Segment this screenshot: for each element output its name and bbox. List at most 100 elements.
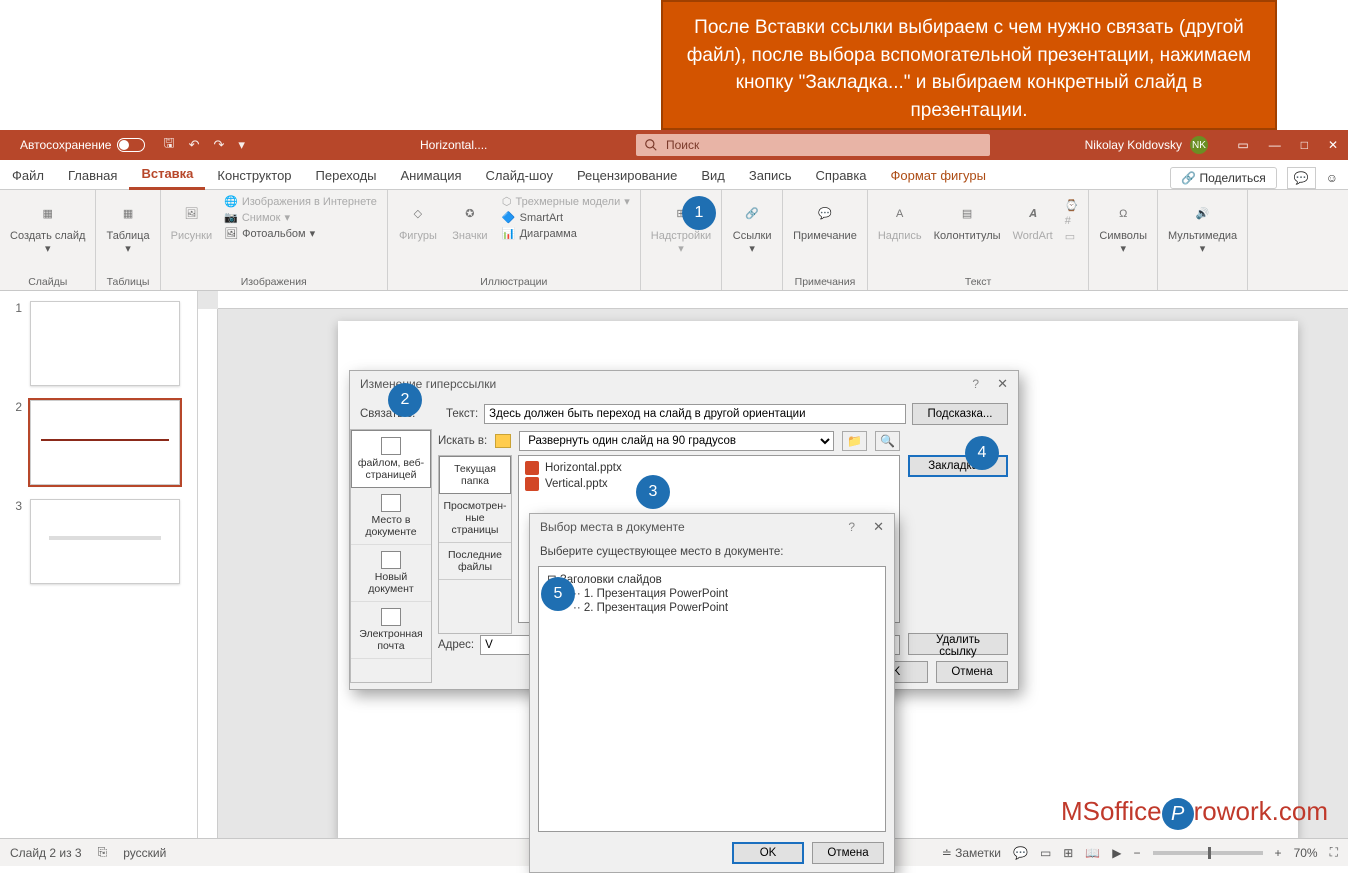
- new-slide-button[interactable]: ▦Создать слайд▾: [6, 194, 89, 255]
- look-in-dropdown[interactable]: Развернуть один слайд на 90 градусов: [519, 431, 834, 451]
- group-images-label: Изображения: [241, 274, 307, 288]
- badge-4: 4: [965, 436, 999, 470]
- qat-dropdown-icon[interactable]: ▾: [238, 137, 245, 153]
- photo-album-button[interactable]: 🖼 Фотоальбом ▾: [220, 226, 381, 241]
- icons-button[interactable]: ✪Значки: [446, 194, 494, 243]
- help-icon[interactable]: ?: [972, 377, 979, 391]
- media-button[interactable]: 🔊Мультимедиа▾: [1164, 194, 1241, 255]
- object-icon[interactable]: ▭: [1061, 229, 1083, 244]
- ok-button[interactable]: OK: [732, 842, 804, 864]
- link-to-place-in-doc[interactable]: Место в документе: [351, 488, 431, 545]
- fit-to-window-icon[interactable]: ⛶: [1330, 845, 1338, 860]
- up-folder-icon[interactable]: 📁: [842, 431, 867, 451]
- smiley-icon[interactable]: ☺: [1326, 171, 1338, 185]
- 3d-models-button[interactable]: ⬡ Трехмерные модели ▾: [498, 194, 634, 209]
- zoom-level[interactable]: 70%: [1294, 846, 1318, 860]
- tab-recent-files[interactable]: Последние файлы: [439, 543, 511, 580]
- select-prompt: Выберите существующее место в документе:: [530, 540, 894, 558]
- maximize-icon[interactable]: □: [1301, 138, 1308, 152]
- place-tree[interactable]: ⊟ Заголовки слайдов ·· 1. Презентация Po…: [538, 566, 886, 832]
- watermark: MSofficeProwork.com: [1061, 796, 1328, 831]
- dialog-titlebar[interactable]: Выбор места в документе ? ✕: [530, 514, 894, 540]
- table-button[interactable]: ▦Таблица▾: [102, 194, 153, 255]
- cancel-button[interactable]: Отмена: [936, 661, 1008, 683]
- comment-button[interactable]: 💬Примечание: [789, 194, 861, 243]
- tree-root[interactable]: ⊟ Заголовки слайдов: [547, 571, 877, 587]
- tab-slideshow[interactable]: Слайд-шоу: [474, 162, 565, 189]
- share-button[interactable]: 🔗 Поделиться: [1170, 167, 1277, 189]
- cancel-button[interactable]: Отмена: [812, 842, 884, 864]
- display-text-input[interactable]: [484, 404, 906, 424]
- save-icon[interactable]: 🖫: [163, 134, 174, 156]
- ribbon-options-icon[interactable]: ▭: [1237, 138, 1248, 152]
- comments-button[interactable]: 💬: [1013, 846, 1028, 860]
- browse-web-icon[interactable]: 🔍: [875, 431, 900, 451]
- undo-icon[interactable]: ↶: [189, 137, 200, 153]
- group-illustrations: ◇Фигуры ✪Значки ⬡ Трехмерные модели ▾ 🔷 …: [388, 190, 641, 290]
- symbols-button[interactable]: ΩСимволы▾: [1095, 194, 1151, 255]
- tab-transitions[interactable]: Переходы: [304, 162, 389, 189]
- tree-slide-1[interactable]: ·· 1. Презентация PowerPoint: [547, 587, 877, 601]
- search-box[interactable]: Поиск: [636, 134, 990, 156]
- slide-number-icon[interactable]: #: [1061, 214, 1083, 228]
- zoom-out-icon[interactable]: −: [1134, 846, 1141, 860]
- shapes-button[interactable]: ◇Фигуры: [394, 194, 442, 243]
- screenshot-button[interactable]: 📷 Снимок ▾: [220, 210, 381, 225]
- links-button[interactable]: 🔗Ссылки▾: [728, 194, 776, 255]
- view-normal-icon[interactable]: ▭: [1040, 846, 1051, 860]
- wordart-button[interactable]: 𝑨WordArt: [1009, 194, 1057, 243]
- redo-icon[interactable]: ↷: [213, 137, 224, 153]
- date-time-icon[interactable]: ⌚: [1061, 198, 1083, 213]
- close-icon[interactable]: ✕: [997, 376, 1008, 392]
- tab-home[interactable]: Главная: [56, 162, 129, 189]
- close-icon[interactable]: ✕: [873, 519, 884, 535]
- tab-view[interactable]: Вид: [689, 162, 737, 189]
- tab-current-folder[interactable]: Текущая папка: [439, 456, 511, 494]
- tree-slide-2[interactable]: ·· 2. Презентация PowerPoint: [547, 601, 877, 615]
- smartart-button[interactable]: 🔷 SmartArt: [498, 210, 634, 225]
- link-to-file-web[interactable]: файлом, веб-страницей: [351, 430, 431, 488]
- tab-record[interactable]: Запись: [737, 162, 804, 189]
- thumb-1[interactable]: 1: [8, 301, 189, 386]
- close-icon[interactable]: ✕: [1328, 138, 1338, 152]
- tab-shape-format[interactable]: Формат фигуры: [879, 162, 998, 189]
- tab-file[interactable]: Файл: [0, 162, 56, 189]
- tab-help[interactable]: Справка: [804, 162, 879, 189]
- notes-button[interactable]: ≐ Заметки: [942, 846, 1001, 860]
- link-to-email[interactable]: Электронная почта: [351, 602, 431, 659]
- view-reading-icon[interactable]: 📖: [1085, 846, 1100, 860]
- screentip-button[interactable]: Подсказка...: [912, 403, 1008, 425]
- help-icon[interactable]: ?: [848, 520, 855, 534]
- spellcheck-icon[interactable]: ⎘: [98, 845, 108, 860]
- minimize-icon[interactable]: —: [1269, 138, 1281, 152]
- online-pictures-button[interactable]: 🌐 Изображения в Интернете: [220, 194, 381, 209]
- language-indicator[interactable]: русский: [123, 846, 166, 860]
- tab-design[interactable]: Конструктор: [205, 162, 303, 189]
- comments-pane-icon[interactable]: 💬: [1287, 167, 1316, 189]
- view-sorter-icon[interactable]: ⊞: [1063, 846, 1073, 860]
- tab-review[interactable]: Рецензирование: [565, 162, 689, 189]
- headerfooter-button[interactable]: ▤Колонтитулы: [930, 194, 1005, 243]
- pictures-button[interactable]: 🖼Рисунки: [167, 194, 217, 243]
- ribbon: ▦Создать слайд▾ Слайды ▦Таблица▾ Таблицы…: [0, 190, 1348, 291]
- autosave-label: Автосохранение: [20, 138, 111, 152]
- autosave-toggle[interactable]: [117, 138, 145, 152]
- tab-browsed-pages[interactable]: Просмотрен-ные страницы: [439, 494, 511, 543]
- zoom-slider[interactable]: [1153, 851, 1263, 855]
- tab-animations[interactable]: Анимация: [389, 162, 474, 189]
- dialog-titlebar[interactable]: Изменение гиперссылки ? ✕: [350, 371, 1018, 397]
- textbox-button[interactable]: AНадпись: [874, 194, 926, 243]
- file-item[interactable]: Vertical.pptx: [523, 476, 895, 492]
- user-account[interactable]: Nikolay Koldovsky NK: [1085, 136, 1208, 154]
- thumb-2[interactable]: 2: [8, 400, 189, 485]
- chart-button[interactable]: 📊 Диаграмма: [498, 226, 634, 241]
- view-slideshow-icon[interactable]: ▶: [1112, 846, 1121, 860]
- user-name: Nikolay Koldovsky: [1085, 138, 1182, 152]
- thumb-3[interactable]: 3: [8, 499, 189, 584]
- zoom-in-icon[interactable]: +: [1275, 846, 1282, 860]
- vertical-ruler: [198, 309, 218, 838]
- file-item[interactable]: Horizontal.pptx: [523, 460, 895, 476]
- remove-link-button[interactable]: Удалить ссылку: [908, 633, 1008, 655]
- tab-insert[interactable]: Вставка: [129, 160, 205, 190]
- link-to-new-doc[interactable]: Новый документ: [351, 545, 431, 602]
